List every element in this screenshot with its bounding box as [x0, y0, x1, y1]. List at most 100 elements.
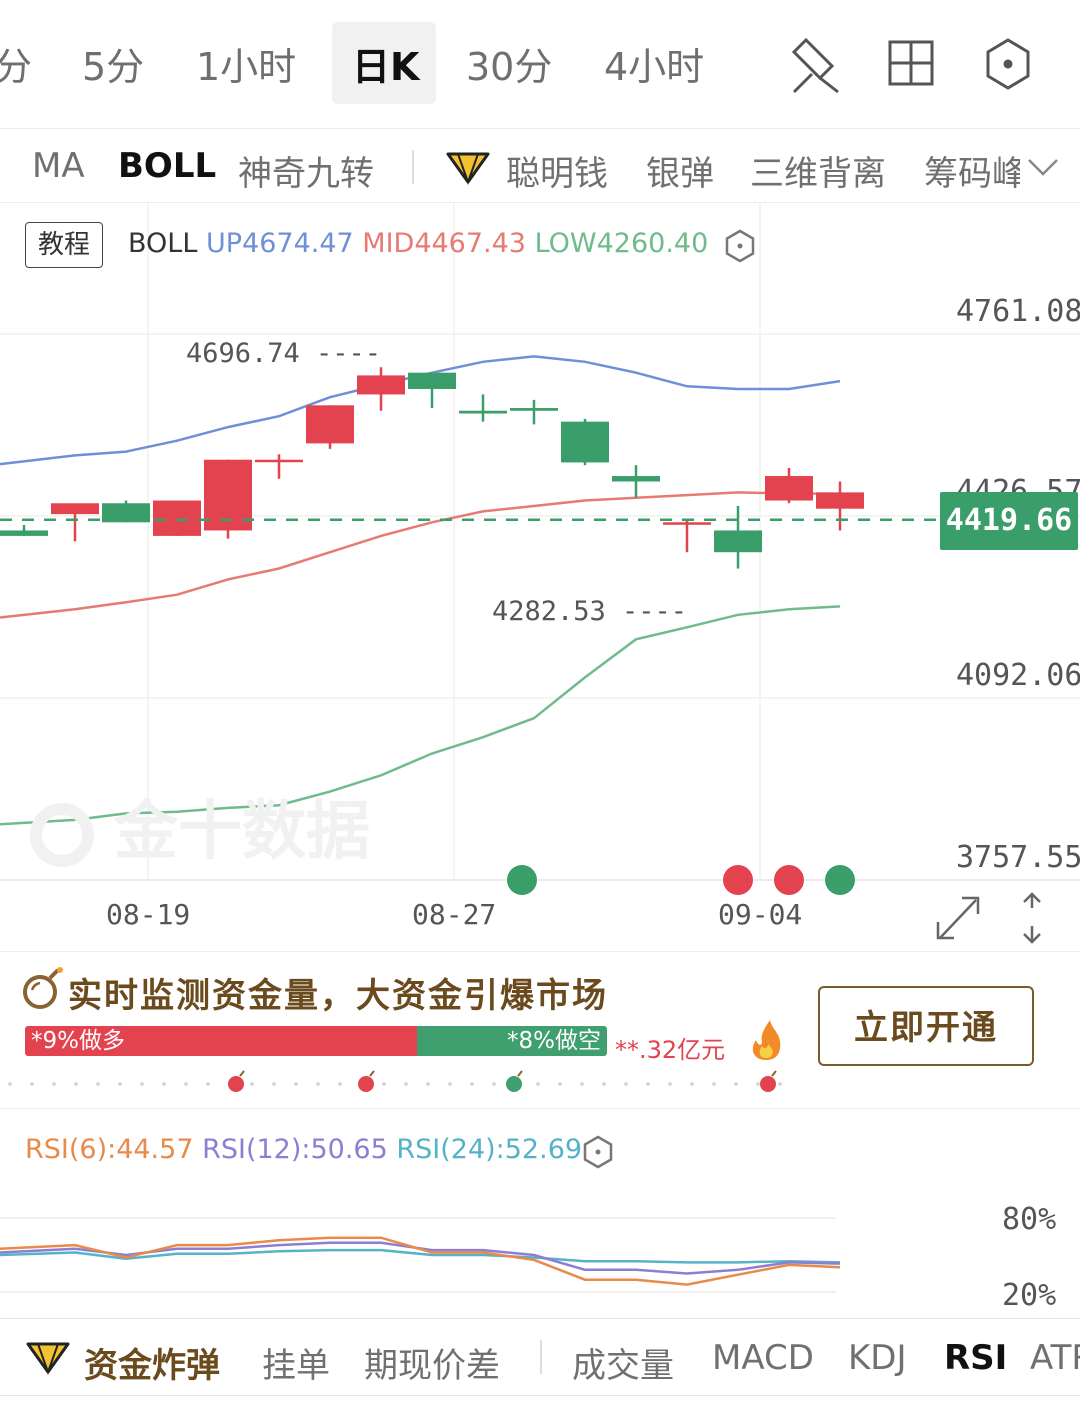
low-price-label: 4282.53 ---- — [492, 596, 688, 627]
candle-body — [612, 476, 660, 482]
timeline-dot — [140, 1082, 144, 1086]
rsi-settings-icon[interactable] — [580, 1134, 616, 1170]
boll-up-line — [0, 355, 841, 466]
bottom-divider — [540, 1340, 542, 1374]
timeline-bomb-green-icon — [506, 1070, 523, 1092]
signal-timeline — [8, 1070, 782, 1092]
candle-body — [51, 503, 99, 515]
timeline-dot — [778, 1082, 782, 1086]
watermark-logo-icon — [30, 803, 94, 868]
rsi-y-tick-label: 20% — [1002, 1278, 1057, 1313]
candle-body — [408, 372, 456, 389]
timeline-dot — [712, 1082, 716, 1086]
activate-now-button[interactable]: 立即开通 — [818, 986, 1034, 1066]
short-ratio-bar: *8%做空 — [417, 1026, 607, 1056]
candle-body — [0, 530, 48, 536]
timeline-dot — [206, 1082, 210, 1086]
boll-settings-icon[interactable] — [722, 228, 758, 264]
y-tick-label: 4761.08 — [956, 294, 1080, 329]
tab-indicator-3d-divergence[interactable]: 三维背离 — [750, 146, 886, 195]
tab-volume[interactable]: 成交量 — [572, 1338, 674, 1387]
tab-timeframe-min[interactable]: 分 — [0, 36, 32, 91]
watermark-text: 金十数据 — [114, 795, 370, 869]
tab-timeframe-5min[interactable]: 5分 — [82, 36, 144, 91]
chevron-down-icon[interactable] — [1026, 156, 1060, 180]
x-tick-label: 09-04 — [718, 898, 803, 931]
fullscreen-icon[interactable] — [932, 890, 988, 946]
tab-orders[interactable]: 挂单 — [262, 1338, 330, 1387]
indicator-divider — [412, 150, 414, 184]
timeline-dot — [756, 1082, 760, 1086]
timeline-dot — [184, 1082, 188, 1086]
tab-indicator-ma[interactable]: MA — [32, 146, 85, 186]
timeline-dot — [272, 1082, 276, 1086]
fund-amount: **.32亿元 — [615, 1036, 726, 1064]
diamond-icon — [446, 152, 490, 185]
fire-icon — [752, 1020, 781, 1060]
y-tick-label: 3757.55 — [956, 840, 1080, 875]
timeline-dot — [52, 1082, 56, 1086]
tab-rsi[interactable]: RSI — [944, 1338, 1007, 1378]
settings-hexagon-icon[interactable] — [986, 38, 1030, 90]
rsi6-line — [0, 1236, 841, 1286]
timeline-bomb-red-icon — [760, 1070, 777, 1092]
timeline-dot — [492, 1082, 496, 1086]
timeline-dot — [646, 1082, 650, 1086]
candle-body — [306, 405, 354, 444]
rsi-chart[interactable] — [0, 1180, 1080, 1316]
tab-timeframe-4h[interactable]: 4小时 — [604, 36, 704, 91]
timeline-bomb-red-icon — [228, 1070, 245, 1092]
boll-legend-up: UP4674.47 — [205, 228, 354, 259]
tab-atr[interactable]: ATR — [1030, 1338, 1080, 1378]
boll-legend: BOLL UP4674.47 MID4467.43 LOW4260.40 — [128, 228, 708, 259]
timeline-dot — [448, 1082, 452, 1086]
boll-legend-low: LOW4260.40 — [534, 228, 709, 259]
candle-body — [816, 492, 864, 509]
vertical-resize-icon[interactable] — [1014, 888, 1050, 948]
timeline-dots — [8, 1082, 782, 1086]
rsi-legend: RSI(6):44.57 RSI(12):50.65 RSI(24):52.69 — [25, 1134, 582, 1165]
candle-body — [255, 459, 303, 463]
promo-title: 实时监测资金量，大资金引爆市场 — [68, 976, 608, 1016]
long-ratio-bar: *9%做多 — [25, 1026, 417, 1056]
timeline-dot — [96, 1082, 100, 1086]
candle-body — [153, 500, 201, 536]
section-divider — [0, 1108, 1080, 1109]
tab-indicator-magic-nine[interactable]: 神奇九转 — [238, 146, 374, 195]
tab-fund-bomb[interactable]: 资金炸弹 — [84, 1338, 220, 1387]
tab-indicator-boll[interactable]: BOLL — [118, 146, 216, 186]
rsi24-label: RSI(24):52.69 — [396, 1134, 583, 1165]
tab-macd[interactable]: MACD — [712, 1338, 814, 1378]
bomb-icon — [23, 967, 63, 1009]
signal-dot — [723, 865, 753, 895]
tab-timeframe-30min[interactable]: 30分 — [466, 36, 552, 91]
signal-dot — [825, 865, 855, 895]
timeline-dot — [536, 1082, 540, 1086]
tab-indicator-smart-money[interactable]: 聪明钱 — [506, 146, 608, 195]
timeline-dot — [250, 1082, 254, 1086]
tab-kdj[interactable]: KDJ — [848, 1338, 907, 1378]
tab-indicator-silver-bullet[interactable]: 银弹 — [646, 146, 714, 195]
draw-tool-icon[interactable] — [791, 37, 839, 94]
timeline-dot — [624, 1082, 628, 1086]
tab-timeframe-day[interactable]: 日K — [352, 36, 419, 91]
timeline-bomb-red-icon — [358, 1070, 375, 1092]
timeline-dot — [558, 1082, 562, 1086]
boll-legend-name: BOLL — [128, 228, 198, 259]
timeline-dot — [294, 1082, 298, 1086]
rsi12-label: RSI(12):50.65 — [202, 1134, 388, 1165]
layout-grid-icon[interactable] — [888, 40, 934, 86]
tab-indicator-chip-peak[interactable]: 筹码峰 — [924, 146, 1020, 195]
rsi-y-tick-label: 80% — [1002, 1202, 1057, 1237]
timeline-dot — [734, 1082, 738, 1086]
tab-basis-spread[interactable]: 期现价差 — [364, 1338, 500, 1387]
timeline-dot — [8, 1082, 12, 1086]
candle-body — [459, 410, 507, 414]
watermark: 金十数据 — [30, 780, 370, 872]
timeline-dot — [470, 1082, 474, 1086]
timeline-dot — [316, 1082, 320, 1086]
timeline-dot — [426, 1082, 430, 1086]
tutorial-button[interactable]: 教程 — [25, 222, 103, 268]
tab-timeframe-1h[interactable]: 1小时 — [196, 36, 296, 91]
timeline-dot — [690, 1082, 694, 1086]
